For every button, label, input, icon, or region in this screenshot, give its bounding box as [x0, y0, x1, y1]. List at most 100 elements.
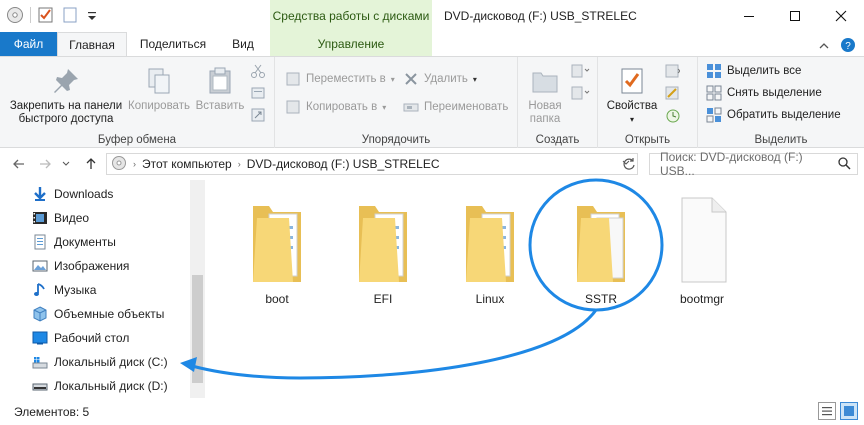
history-icon[interactable] — [664, 107, 680, 126]
cut-icon[interactable] — [250, 63, 266, 82]
back-button[interactable] — [10, 155, 28, 173]
clipboard-group-label: Буфер обмена — [97, 134, 177, 146]
rename-label: Переименовать — [424, 101, 509, 113]
address-bar[interactable]: › Этот компьютер › DVD-дисковод (F:) USB… — [106, 153, 638, 175]
properties-label: Свойства — [606, 100, 658, 112]
download-arrow-icon — [32, 186, 48, 202]
clipboard-group: Закрепить на панели быстрого доступа Коп… — [0, 57, 275, 149]
chevron-down-icon: ▾ — [629, 115, 634, 124]
properties-qat-icon[interactable] — [37, 6, 55, 24]
new-item-icon[interactable] — [570, 63, 590, 82]
breadcrumb-dvd-drive[interactable]: DVD-дисковод (F:) USB_STRELEC — [247, 157, 440, 171]
chevron-down-icon: ▾ — [382, 102, 387, 112]
file-bootmgr[interactable]: bootmgr — [657, 196, 747, 306]
paste-shortcut-icon[interactable] — [250, 107, 266, 126]
open-icon[interactable] — [664, 63, 681, 82]
address-row: › Этот компьютер › DVD-дисковод (F:) USB… — [0, 148, 864, 180]
cube-icon — [32, 306, 48, 322]
details-view-button[interactable] — [818, 402, 836, 420]
file-name: bootmgr — [679, 292, 725, 306]
contextual-tab-title: Средства работы с дисками — [270, 0, 432, 32]
select-all-button[interactable]: Выделить все — [706, 63, 801, 79]
window-title: DVD-дисковод (F:) USB_STRELEC — [444, 9, 637, 23]
drive-app-icon[interactable] — [6, 6, 24, 24]
collapse-ribbon-icon[interactable] — [818, 40, 830, 54]
search-icon — [837, 156, 851, 173]
folder-linux[interactable]: Linux — [445, 196, 535, 306]
nav-item-documents[interactable]: Документы — [32, 230, 116, 254]
copy-button[interactable]: Копировать — [124, 65, 194, 113]
paste-button[interactable]: Вставить — [192, 65, 248, 113]
new-folder-button[interactable]: Новая папка — [522, 65, 568, 126]
select-none-button[interactable]: Снять выделение — [706, 85, 822, 101]
chevron-down-icon: ▾ — [472, 74, 477, 84]
nav-item-label: Локальный диск (C:) — [54, 355, 168, 369]
windows-drive-icon — [32, 354, 48, 370]
nav-item-label: Изображения — [54, 259, 130, 273]
file-list: boot EFI Linux SSTR bootmgr — [205, 180, 864, 398]
move-to-button[interactable]: Переместить в ▾ — [285, 71, 395, 87]
easy-access-icon[interactable] — [570, 85, 590, 104]
folder-sstr[interactable]: SSTR — [556, 196, 646, 306]
nav-scrollbar-thumb[interactable] — [192, 275, 203, 383]
rename-button[interactable]: Переименовать — [403, 99, 508, 115]
nav-item-music[interactable]: Музыка — [32, 278, 96, 302]
file-name: Linux — [475, 292, 505, 306]
nav-item-downloads[interactable]: Downloads — [32, 182, 113, 206]
paste-label: Вставить — [195, 100, 245, 112]
copy-to-button[interactable]: Копировать в ▾ — [285, 99, 386, 115]
breadcrumb-separator[interactable]: › — [238, 159, 241, 169]
file-name: SSTR — [584, 292, 617, 306]
qat-dropdown-icon[interactable] — [85, 6, 103, 24]
arrow-up-icon — [86, 158, 96, 169]
forward-button[interactable] — [36, 155, 54, 173]
tab-file[interactable]: Файл — [0, 32, 57, 56]
pin-quick-access-button[interactable]: Закрепить на панели быстрого доступа — [4, 65, 128, 126]
new-folder-qat-icon[interactable] — [61, 6, 79, 24]
tab-manage[interactable]: Управление — [270, 32, 432, 56]
folder-boot[interactable]: boot — [232, 196, 322, 306]
help-icon[interactable]: ? — [840, 37, 856, 56]
invert-selection-button[interactable]: Обратить выделение — [706, 107, 841, 123]
refresh-button[interactable] — [620, 155, 638, 173]
copy-label: Копировать — [128, 100, 190, 112]
breadcrumb-separator[interactable]: › — [133, 159, 136, 169]
breadcrumb-this-pc[interactable]: Этот компьютер — [142, 157, 232, 171]
qat-separator — [30, 7, 31, 23]
move-to-label: Переместить в — [306, 73, 386, 85]
nav-item-video[interactable]: Видео — [32, 206, 89, 230]
select-none-label: Снять выделение — [727, 87, 822, 99]
folder-icon — [577, 206, 625, 282]
large-icons-view-button[interactable] — [840, 402, 858, 420]
minimize-button[interactable] — [726, 0, 772, 32]
nav-item-3d-objects[interactable]: Объемные объекты — [32, 302, 164, 326]
copy-path-icon[interactable] — [250, 85, 266, 104]
nav-item-label: Локальный диск (D:) — [54, 379, 168, 393]
file-name: EFI — [373, 292, 393, 306]
chevron-down-icon: ▾ — [390, 74, 395, 84]
file-name: boot — [265, 292, 289, 306]
nav-scrollbar[interactable] — [190, 180, 205, 398]
nav-item-local-disk-d[interactable]: Локальный диск (D:) — [32, 374, 168, 398]
maximize-button[interactable] — [772, 0, 818, 32]
delete-button[interactable]: Удалить ▾ — [403, 71, 477, 87]
search-input[interactable]: Поиск: DVD-дисковод (F:) USB... — [649, 150, 858, 178]
properties-button[interactable]: Свойства ▾ — [604, 65, 660, 126]
up-button[interactable] — [82, 155, 100, 173]
tab-view[interactable]: Вид — [222, 32, 264, 56]
tab-home[interactable]: Главная — [57, 32, 127, 57]
recent-locations-button[interactable] — [60, 155, 72, 173]
nav-item-desktop[interactable]: Рабочий стол — [32, 326, 129, 350]
nav-item-pictures[interactable]: Изображения — [32, 254, 129, 278]
drive-icon — [111, 155, 127, 174]
quick-access-toolbar — [6, 6, 103, 24]
nav-item-local-disk-c[interactable]: Локальный диск (C:) — [32, 350, 168, 374]
properties-icon — [621, 68, 643, 94]
new-folder-label-1: Новая — [528, 100, 562, 112]
edit-icon[interactable] — [664, 85, 680, 104]
folder-efi[interactable]: EFI — [338, 196, 428, 306]
close-button[interactable] — [818, 0, 864, 32]
select-all-icon — [707, 64, 721, 78]
open-group-label: Открыть — [624, 134, 671, 146]
tab-share[interactable]: Поделиться — [131, 32, 215, 56]
